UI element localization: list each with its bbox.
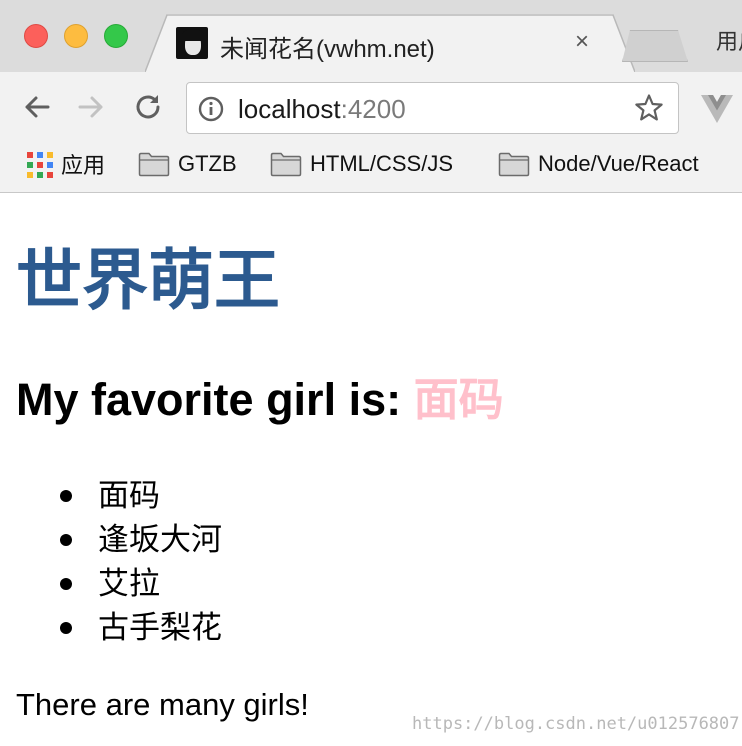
bookmark-html-css-js[interactable]: HTML/CSS/JS bbox=[270, 150, 453, 178]
favorite-girl-name: 面码 bbox=[413, 374, 504, 425]
close-window-button[interactable] bbox=[24, 24, 48, 48]
folder-icon bbox=[498, 152, 530, 177]
info-icon[interactable] bbox=[198, 96, 224, 122]
list-item: 艾拉 bbox=[58, 562, 222, 606]
bookmark-gtzb[interactable]: GTZB bbox=[138, 150, 237, 178]
bullet-icon bbox=[60, 490, 72, 502]
folder-icon bbox=[138, 152, 170, 177]
bookmark-label: Node/Vue/React bbox=[538, 151, 699, 176]
favorite-girl-prefix: My favorite girl is: bbox=[16, 374, 414, 425]
list-item: 逢坂大河 bbox=[58, 518, 222, 562]
list-item-label: 古手梨花 bbox=[98, 610, 222, 645]
tab-title: 未闻花名(vwhm.net) bbox=[220, 36, 435, 63]
star-icon[interactable] bbox=[634, 93, 664, 123]
minimize-window-button[interactable] bbox=[64, 24, 88, 48]
list-item: 面码 bbox=[58, 474, 222, 518]
url-port: :4200 bbox=[340, 94, 406, 124]
bullet-icon bbox=[60, 534, 72, 546]
apps-icon bbox=[27, 151, 53, 178]
bullet-icon bbox=[60, 622, 72, 634]
list-item: 古手梨花 bbox=[58, 606, 222, 650]
forward-icon[interactable] bbox=[74, 90, 108, 124]
vue-devtools-icon[interactable] bbox=[700, 94, 734, 124]
tab-close-icon[interactable]: × bbox=[575, 30, 589, 54]
tab-favicon-icon bbox=[176, 27, 208, 59]
address-url[interactable]: localhost:4200 bbox=[238, 94, 406, 125]
new-tab-button[interactable] bbox=[622, 30, 688, 62]
favorite-girl-heading: My favorite girl is: 面码 bbox=[16, 370, 504, 430]
folder-icon bbox=[270, 152, 302, 177]
reload-icon[interactable] bbox=[131, 90, 165, 124]
zoom-window-button[interactable] bbox=[104, 24, 128, 48]
url-host: localhost bbox=[238, 94, 341, 124]
tab-strip: 未闻花名(vwhm.net) × 用户 bbox=[0, 0, 742, 72]
bookmark-label: GTZB bbox=[178, 151, 237, 176]
bullet-icon bbox=[60, 578, 72, 590]
footer-text: There are many girls! bbox=[16, 687, 309, 722]
page-title: 世界萌王 bbox=[16, 243, 280, 317]
bookmark-apps[interactable]: 应用 bbox=[27, 150, 105, 178]
browser-chrome: 未闻花名(vwhm.net) × 用户 localhost:4200 bbox=[0, 0, 742, 193]
list-item-label: 逢坂大河 bbox=[98, 522, 222, 557]
list-item-label: 艾拉 bbox=[98, 566, 160, 601]
bookmark-label: 应用 bbox=[61, 153, 106, 178]
bookmark-node-vue-react[interactable]: Node/Vue/React bbox=[498, 150, 699, 178]
profile-button[interactable]: 用户 bbox=[716, 24, 742, 56]
list-item-label: 面码 bbox=[98, 478, 160, 513]
watermark: https://blog.csdn.net/u012576807 bbox=[412, 714, 740, 734]
bookmark-label: HTML/CSS/JS bbox=[310, 151, 454, 176]
girl-list: 面码 逢坂大河 艾拉 古手梨花 bbox=[58, 474, 222, 650]
back-icon[interactable] bbox=[20, 90, 54, 124]
